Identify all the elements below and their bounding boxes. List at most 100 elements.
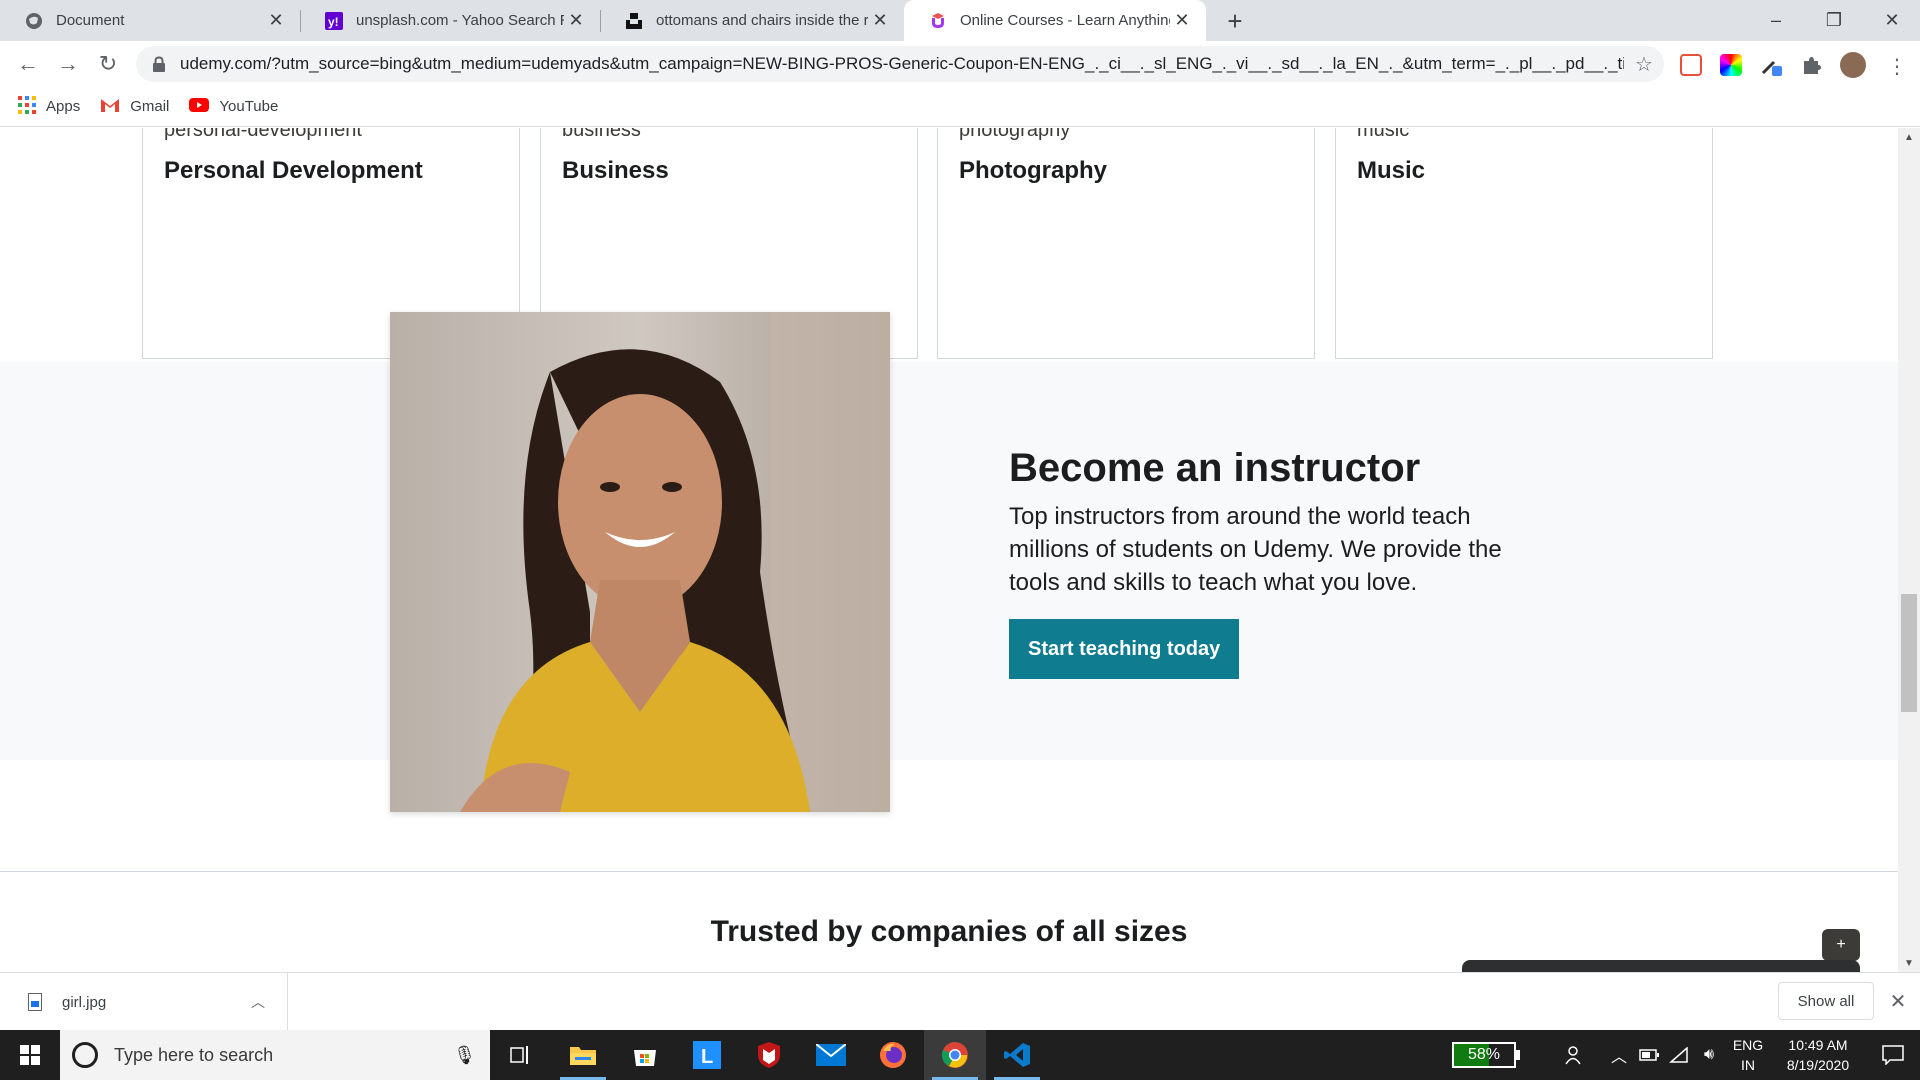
avatar[interactable] bbox=[1840, 52, 1866, 78]
menu-kebab-icon[interactable]: ⋮ bbox=[1886, 54, 1908, 78]
section-divider bbox=[0, 871, 1898, 872]
microphone-icon[interactable]: 🎙 bbox=[453, 1045, 476, 1066]
battery-tray-icon[interactable] bbox=[1634, 1030, 1664, 1080]
page-scrollbar[interactable]: ▲ ▼ bbox=[1898, 128, 1920, 972]
category-name: Business bbox=[562, 157, 669, 184]
tray-chevron-up-icon[interactable]: ︿ bbox=[1604, 1030, 1634, 1080]
cortana-icon bbox=[72, 1042, 98, 1068]
bookmark-label: YouTube bbox=[219, 98, 279, 115]
new-tab-button[interactable]: + bbox=[1220, 6, 1250, 36]
eyedropper-extension-icon[interactable] bbox=[1760, 54, 1782, 76]
scroll-down-arrow-icon[interactable]: ▼ bbox=[1898, 954, 1920, 972]
forward-icon[interactable]: → bbox=[52, 48, 84, 80]
tab-title: Document bbox=[56, 12, 125, 29]
browser-toolbar: ← → ↻ udemy.com/?utm_source=bing&utm_med… bbox=[0, 41, 1920, 87]
unsplash-icon bbox=[624, 11, 644, 31]
docked-panel-bar[interactable] bbox=[1462, 960, 1860, 972]
language-code: ENG bbox=[1732, 1037, 1764, 1053]
image-file-icon bbox=[28, 993, 42, 1011]
udemy-icon bbox=[928, 11, 948, 31]
chrome-icon[interactable] bbox=[924, 1030, 986, 1080]
people-icon[interactable] bbox=[1560, 1030, 1590, 1080]
category-card-photography[interactable]: photography Photography bbox=[937, 128, 1315, 359]
category-cutoff-label: music bbox=[1357, 128, 1410, 141]
taskbar-search-box[interactable]: Type here to search 🎙 bbox=[60, 1030, 490, 1080]
bookmark-label: Gmail bbox=[130, 98, 170, 115]
wifi-icon[interactable] bbox=[1664, 1030, 1694, 1080]
restore-button[interactable]: ❐ bbox=[1806, 0, 1862, 41]
address-bar[interactable]: udemy.com/?utm_source=bing&utm_medium=ud… bbox=[136, 46, 1664, 82]
close-shelf-icon[interactable]: ✕ bbox=[1884, 987, 1912, 1015]
yahoo-icon: y! bbox=[324, 11, 344, 31]
color-picker-extension-icon[interactable] bbox=[1720, 54, 1742, 76]
tab-udemy[interactable]: Online Courses - Learn Anything, ✕ bbox=[904, 0, 1206, 41]
minimize-button[interactable]: – bbox=[1748, 0, 1804, 41]
language-indicator[interactable]: ENG IN bbox=[1728, 1035, 1768, 1075]
url-text[interactable]: udemy.com/?utm_source=bing&utm_medium=ud… bbox=[180, 54, 1624, 74]
tab-unsplash[interactable]: ottomans and chairs inside the ro ✕ bbox=[600, 0, 904, 41]
scroll-up-arrow-icon[interactable]: ▲ bbox=[1898, 128, 1920, 146]
file-explorer-icon[interactable] bbox=[552, 1030, 614, 1080]
tab-strip: Document ✕ y! unsplash.com - Yahoo Searc… bbox=[0, 0, 1920, 41]
download-item[interactable]: girl.jpg ︿ bbox=[0, 973, 288, 1031]
battery-indicator[interactable]: 58% bbox=[1452, 1042, 1520, 1068]
chevron-up-icon[interactable]: ︿ bbox=[251, 992, 265, 1012]
category-name: Photography bbox=[959, 157, 1107, 184]
lightshot-l-icon[interactable]: L bbox=[676, 1030, 738, 1080]
bookmark-gmail[interactable]: Gmail bbox=[100, 97, 169, 117]
apps-grid-icon bbox=[18, 95, 36, 118]
tab-title: Online Courses - Learn Anything, bbox=[960, 12, 1170, 29]
vscode-icon[interactable] bbox=[986, 1030, 1048, 1080]
svg-text:L: L bbox=[701, 1046, 713, 1068]
reload-icon[interactable]: ↻ bbox=[92, 48, 124, 80]
tab-title: ottomans and chairs inside the ro bbox=[656, 12, 868, 29]
instructor-description: Top instructors from around the world te… bbox=[1009, 503, 1502, 596]
microsoft-store-icon[interactable] bbox=[614, 1030, 676, 1080]
category-name: Personal Development bbox=[164, 157, 423, 184]
volume-icon[interactable]: 🔊︎ bbox=[1694, 1030, 1724, 1080]
category-card-music[interactable]: music Music bbox=[1335, 128, 1713, 359]
instructor-photo bbox=[390, 312, 890, 812]
windows-taskbar: Type here to search 🎙 L 58% ︿ 🔊︎ ENG IN … bbox=[0, 1030, 1920, 1080]
battery-percent: 58% bbox=[1467, 1046, 1501, 1063]
download-filename: girl.jpg bbox=[62, 993, 107, 1011]
show-all-button[interactable]: Show all bbox=[1778, 982, 1874, 1020]
tab-document[interactable]: Document ✕ bbox=[0, 0, 300, 41]
clock-date: 8/19/2020 bbox=[1786, 1057, 1850, 1073]
mcafee-shield-icon[interactable] bbox=[738, 1030, 800, 1080]
svg-text:y!: y! bbox=[328, 15, 339, 29]
clock-time: 10:49 AM bbox=[1788, 1037, 1848, 1053]
bookmark-youtube[interactable]: YouTube bbox=[189, 97, 279, 116]
category-cutoff-label: photography bbox=[959, 128, 1071, 141]
category-name: Music bbox=[1357, 157, 1426, 184]
expand-plus-button[interactable]: + bbox=[1822, 929, 1860, 961]
pocket-extension-icon[interactable] bbox=[1680, 54, 1702, 76]
lock-icon[interactable] bbox=[152, 56, 166, 72]
windows-start-icon[interactable] bbox=[0, 1030, 60, 1080]
system-clock[interactable]: 10:49 AM 8/19/2020 bbox=[1770, 1035, 1866, 1075]
start-teaching-button[interactable]: Start teaching today bbox=[1009, 619, 1240, 679]
close-tab-icon[interactable]: ✕ bbox=[264, 9, 288, 33]
bookmark-label: Apps bbox=[46, 98, 81, 115]
search-placeholder: Type here to search bbox=[114, 1044, 274, 1065]
download-shelf: girl.jpg ︿ Show all ✕ bbox=[0, 972, 1920, 1031]
close-tab-icon[interactable]: ✕ bbox=[1170, 9, 1194, 33]
tab-title: unsplash.com - Yahoo Search Res bbox=[356, 12, 564, 29]
task-view-icon[interactable] bbox=[490, 1030, 552, 1080]
mail-icon[interactable] bbox=[800, 1030, 862, 1080]
close-window-button[interactable]: ✕ bbox=[1864, 0, 1920, 41]
action-center-icon[interactable] bbox=[1866, 1030, 1920, 1080]
close-tab-icon[interactable]: ✕ bbox=[868, 9, 892, 33]
bookmark-star-icon[interactable]: ☆ bbox=[1624, 52, 1664, 77]
close-tab-icon[interactable]: ✕ bbox=[564, 9, 588, 33]
firefox-icon[interactable] bbox=[862, 1030, 924, 1080]
back-icon[interactable]: ← bbox=[12, 48, 44, 80]
scrollbar-thumb[interactable] bbox=[1901, 594, 1917, 712]
gmail-icon bbox=[100, 97, 120, 117]
tab-yahoo-search[interactable]: y! unsplash.com - Yahoo Search Res ✕ bbox=[300, 0, 600, 41]
category-cutoff-label: personal-development bbox=[164, 128, 362, 141]
trusted-heading: Trusted by companies of all sizes bbox=[710, 915, 1188, 948]
extensions-puzzle-icon[interactable] bbox=[1800, 54, 1822, 76]
bookmark-apps[interactable]: Apps bbox=[18, 95, 81, 118]
category-cutoff-label: business bbox=[562, 128, 641, 141]
